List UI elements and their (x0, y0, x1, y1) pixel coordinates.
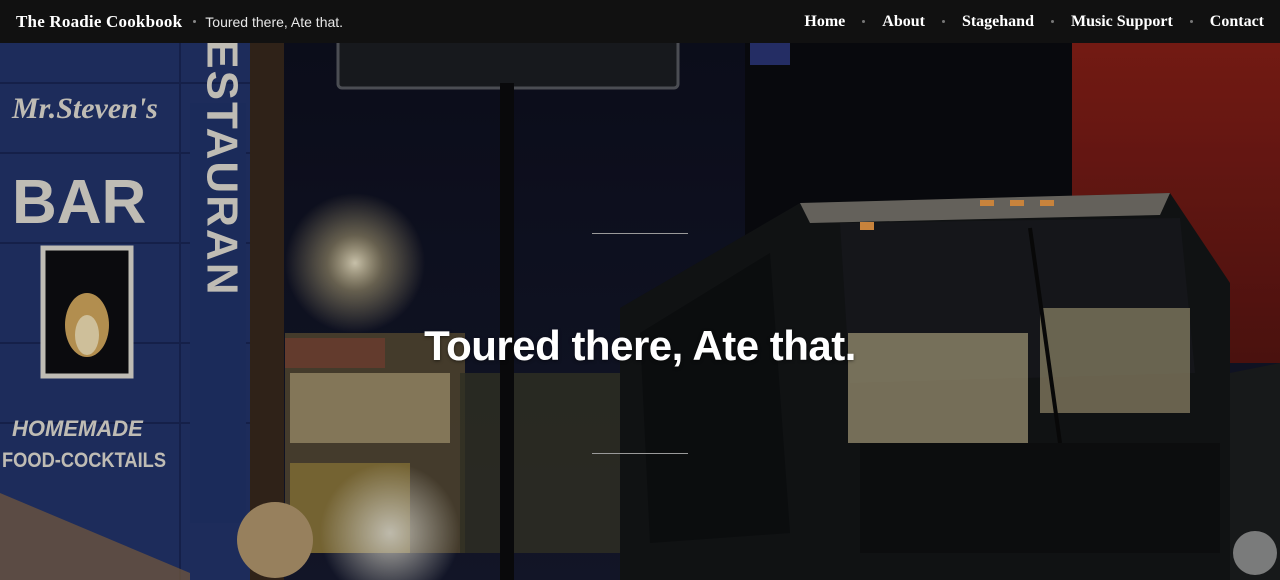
nav-item-contact[interactable]: Contact (1210, 13, 1264, 31)
nav-item-home[interactable]: Home (804, 13, 845, 31)
branding: The Roadie Cookbook Toured there, Ate th… (0, 12, 343, 32)
hero-banner: Mr.Steven's BAR HOMEMADE FOOD-COCKTAILS … (0, 43, 1280, 580)
hero-title: Toured there, Ate that. (424, 322, 856, 369)
site-title-link[interactable]: The Roadie Cookbook (16, 12, 182, 32)
hero-dark-overlay (0, 43, 1280, 580)
separator-dot (193, 20, 197, 23)
site-header: The Roadie Cookbook Toured there, Ate th… (0, 0, 1280, 43)
nav-separator-dot (862, 20, 866, 23)
main-navigation: Home About Stagehand Music Support Conta… (804, 13, 1280, 31)
nav-separator-dot (1050, 20, 1054, 23)
nav-item-stagehand[interactable]: Stagehand (962, 13, 1034, 31)
nav-separator-dot (941, 20, 945, 23)
site-tagline: Toured there, Ate that. (205, 13, 344, 30)
hero-bottom-rule (592, 453, 688, 454)
hero-top-rule (592, 233, 688, 234)
nav-separator-dot (1189, 20, 1193, 23)
nav-item-about[interactable]: About (882, 13, 925, 31)
nav-item-music-support[interactable]: Music Support (1071, 13, 1173, 31)
